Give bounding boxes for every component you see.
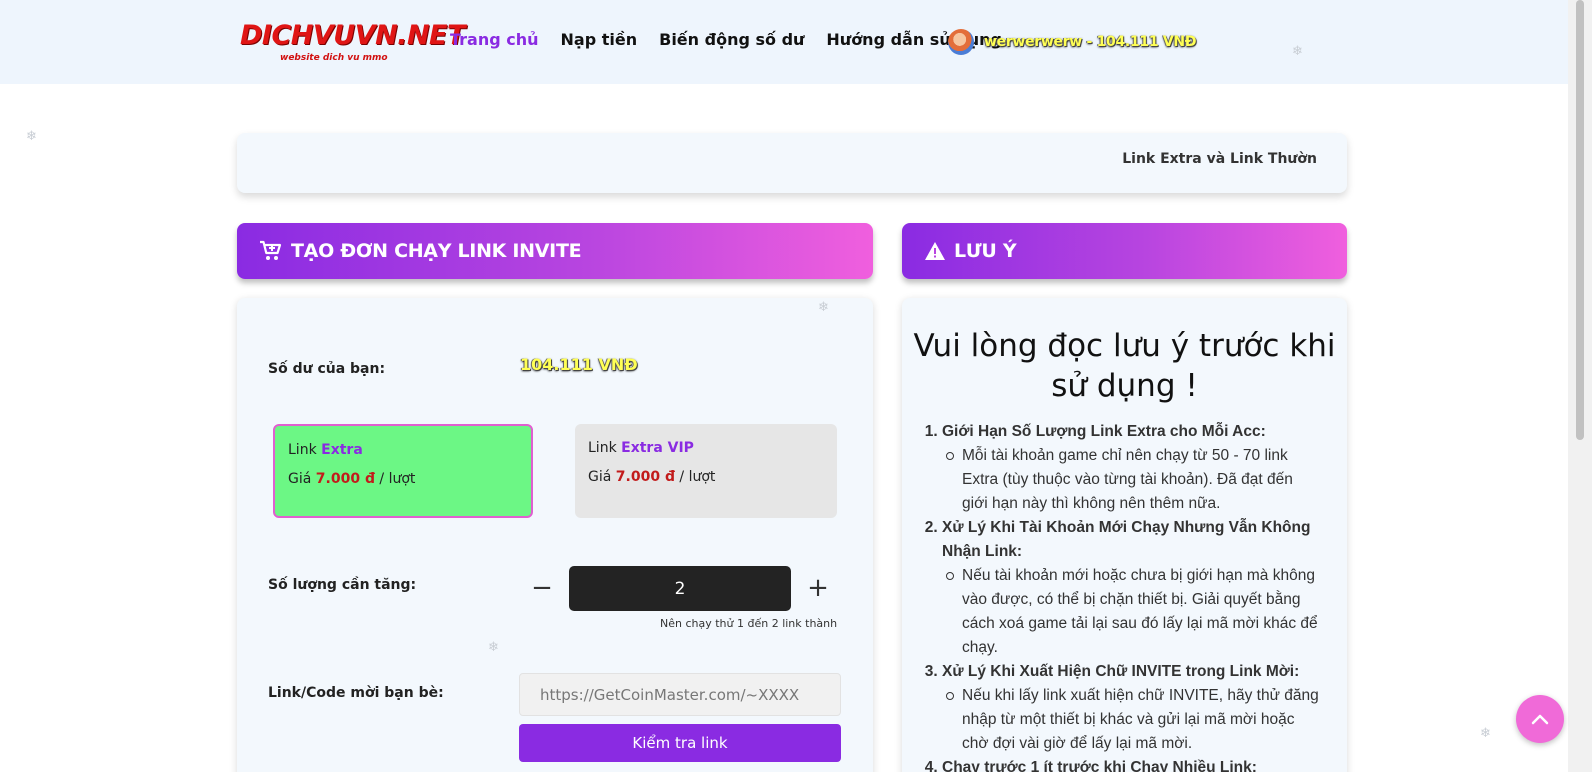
plus-icon: + [807, 573, 829, 603]
note-title: Giới Hạn Số Lượng Link Extra cho Mỗi Acc… [942, 423, 1266, 440]
price-unit: / lượt [679, 469, 716, 485]
price-unit: / lượt [379, 471, 416, 487]
snowflake-icon: ❄ [1292, 44, 1303, 59]
back-to-top-button[interactable] [1516, 695, 1564, 743]
option-prefix: Link [288, 442, 317, 458]
marquee-text: Link Extra và Link Thườn [1122, 151, 1317, 167]
note-item: Xử Lý Khi Tài Khoản Mới Chạy Nhưng Vẫn K… [942, 516, 1322, 660]
quantity-label: Số lượng cần tăng: [268, 577, 417, 593]
order-panel-title: TẠO ĐƠN CHẠY LINK INVITE [291, 240, 582, 262]
option-name: Extra [321, 442, 363, 458]
note-title: Xử Lý Khi Xuất Hiện Chữ INVITE trong Lin… [942, 663, 1300, 680]
cart-plus-icon [260, 240, 282, 260]
notes-list: Giới Hạn Số Lượng Link Extra cho Mỗi Acc… [922, 420, 1322, 772]
avatar [948, 29, 974, 55]
site-logo[interactable]: DICHVUVN.NET website dich vu mmo [240, 20, 465, 68]
price-prefix: Giá [588, 469, 612, 485]
balance-label: Số dư của bạn: [268, 361, 386, 377]
snowflake-icon: ❄ [488, 640, 499, 655]
warning-icon [925, 242, 945, 260]
user-balance-text: werwerwerw - 104.111 VNĐ [984, 34, 1197, 50]
note-title: Chạy trước 1 ít trước khi Chạy Nhiều Lin… [942, 759, 1257, 772]
option-link-extra[interactable]: Link Extra Giá 7.000 đ / lượt [273, 424, 533, 518]
site-header: DICHVUVN.NET website dich vu mmo Trang c… [0, 0, 1568, 84]
option-prefix: Link [588, 440, 617, 456]
note-detail: Mỗi tài khoản game chỉ nên chạy từ 50 - … [946, 444, 1322, 516]
scrollbar-thumb[interactable] [1576, 0, 1584, 440]
invite-link-label: Link/Code mời bạn bè: [268, 685, 444, 701]
quantity-input[interactable] [569, 566, 791, 611]
snowflake-icon: ❄ [1480, 726, 1491, 741]
logo-text: DICHVUVN.NET [240, 20, 465, 51]
note-title: Xử Lý Khi Tài Khoản Mới Chạy Nhưng Vẫn K… [942, 519, 1311, 560]
option-link-extra-vip[interactable]: Link Extra VIP Giá 7.000 đ / lượt [575, 424, 837, 518]
price-prefix: Giá [288, 471, 312, 487]
order-panel-header: TẠO ĐƠN CHẠY LINK INVITE [237, 223, 873, 279]
note-item: Chạy trước 1 ít trước khi Chạy Nhiều Lin… [942, 756, 1322, 772]
notes-heading: Vui lòng đọc lưu ý trước khi sử dụng ! [913, 328, 1336, 404]
user-menu[interactable]: werwerwerw - 104.111 VNĐ [948, 29, 1197, 55]
check-link-button[interactable]: Kiểm tra link [519, 724, 841, 762]
decrease-quantity-button[interactable]: − [522, 566, 562, 610]
snowflake-icon: ❄ [26, 129, 37, 144]
note-item: Giới Hạn Số Lượng Link Extra cho Mỗi Acc… [942, 420, 1322, 516]
chevron-up-icon [1531, 714, 1549, 725]
nav-deposit[interactable]: Nạp tiền [561, 30, 638, 49]
note-detail: Nếu tài khoản mới hoặc chưa bị giới hạn … [946, 564, 1322, 660]
notes-panel-title: LƯU Ý [954, 240, 1017, 262]
notes-panel-header: LƯU Ý [902, 223, 1347, 279]
invite-link-input[interactable] [519, 673, 841, 716]
announcement-marquee: Link Extra và Link Thườn [237, 133, 1347, 193]
increase-quantity-button[interactable]: + [798, 566, 838, 610]
snowflake-icon: ❄ [818, 300, 829, 315]
balance-value: 104.111 VNĐ [520, 355, 638, 374]
option-price: 7.000 đ [615, 469, 675, 485]
logo-tagline: website dich vu mmo [280, 53, 388, 63]
nav-home[interactable]: Trang chủ [450, 30, 539, 49]
minus-icon: − [531, 573, 553, 603]
page-scrollbar[interactable] [1568, 0, 1592, 772]
quantity-hint: Nên chạy thử 1 đến 2 link thành [660, 617, 838, 630]
option-price: 7.000 đ [315, 471, 375, 487]
option-name: Extra VIP [621, 440, 694, 456]
note-item: Xử Lý Khi Xuất Hiện Chữ INVITE trong Lin… [942, 660, 1322, 756]
nav-balance-history[interactable]: Biến động số dư [659, 30, 804, 49]
note-detail: Nếu khi lấy link xuất hiện chữ INVITE, h… [946, 684, 1322, 756]
main-nav: Trang chủ Nạp tiền Biến động số dư Hướng… [450, 30, 1002, 49]
